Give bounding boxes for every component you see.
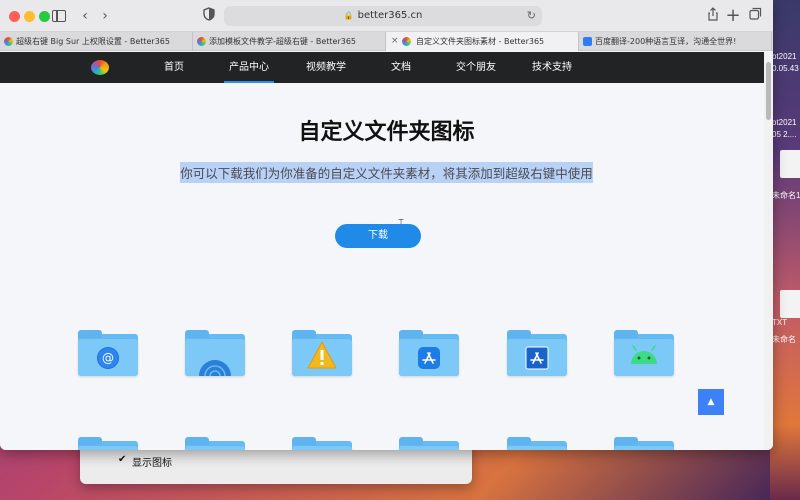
page-scrollbar[interactable] — [764, 52, 773, 450]
android-icon — [631, 345, 657, 364]
desktop-background — [770, 0, 800, 500]
folder-icon[interactable] — [185, 437, 245, 450]
svg-text:@: @ — [102, 351, 114, 365]
warning-icon — [307, 341, 337, 369]
lock-icon: 🔒 — [343, 11, 354, 20]
folder-icon-app-store[interactable] — [399, 330, 459, 376]
folder-icon[interactable] — [292, 437, 352, 450]
desktop-file-label[interactable]: 0.05.43 — [772, 64, 799, 73]
checkmark-icon[interactable]: ✔ — [118, 454, 126, 465]
tab-overview-icon[interactable] — [746, 7, 764, 25]
tab-title: 百度翻译-200种语言互译，沟通全世界! — [595, 37, 737, 46]
close-window-button[interactable] — [9, 11, 20, 22]
tab-title: 自定义文件夹图标素材 - Better365 — [416, 37, 545, 46]
xcode-blueprint-icon — [525, 346, 549, 370]
desktop-file-icon[interactable] — [780, 290, 800, 318]
nav-tech-support[interactable]: 技术支持 — [531, 52, 573, 83]
folder-icon[interactable] — [78, 437, 138, 450]
page-subtitle[interactable]: 你可以下载我们为你准备的自定义文件夹素材，将其添加到超级右键中使用 — [180, 162, 593, 183]
browser-window: ‹ › 🔒 better365.cn ↻ + 超级右键 Big Sur 上权限设置… — [0, 0, 773, 450]
app-store-icon — [418, 347, 440, 369]
folder-icon-android[interactable] — [614, 330, 674, 376]
desktop-file-label[interactable]: TXT — [772, 318, 787, 327]
folder-icon-airdrop[interactable] — [185, 330, 245, 376]
back-arrow-icon[interactable]: ‹ — [76, 7, 94, 25]
tab-bar: 超级右键 Big Sur 上权限设置 - Better365 添加模板文件教学-… — [0, 32, 773, 51]
site-navigation: 首页 产品中心 视频教学 文档 交个朋友 技术支持 — [0, 52, 773, 83]
scrollbar-thumb[interactable] — [766, 62, 771, 120]
url-text: better365.cn — [357, 10, 423, 21]
subtitle-container: 你可以下载我们为你准备的自定义文件夹素材，将其添加到超级右键中使用 — [0, 162, 773, 183]
folder-icon[interactable] — [614, 437, 674, 450]
chevron-up-icon: ▲ — [707, 397, 715, 407]
desktop-file-label[interactable]: 未命名 — [772, 334, 796, 345]
tab-template-tutorial[interactable]: 添加模板文件教学-超级右键 - Better365 — [193, 32, 386, 51]
desktop-file-label[interactable]: 未命名123 — [772, 190, 800, 201]
reload-icon[interactable]: ↻ — [527, 6, 536, 26]
desktop-file-icon[interactable] — [780, 150, 800, 178]
share-icon[interactable] — [704, 7, 722, 26]
baidu-translate-favicon-icon — [583, 37, 592, 46]
shield-icon[interactable] — [200, 7, 218, 26]
show-icon-checkbox-label[interactable]: 显示图标 — [132, 454, 172, 469]
tab-baidu-translate[interactable]: 百度翻译-200种语言互译，沟通全世界! — [579, 32, 772, 51]
better365-favicon-icon — [197, 37, 206, 46]
nav-make-friends[interactable]: 交个朋友 — [455, 52, 497, 83]
tab-big-sur-permissions[interactable]: 超级右键 Big Sur 上权限设置 - Better365 — [0, 32, 193, 51]
nav-docs[interactable]: 文档 — [387, 52, 415, 83]
minimize-window-button[interactable] — [24, 11, 35, 22]
folder-icon[interactable] — [399, 437, 459, 450]
folder-icon-warning[interactable] — [292, 330, 352, 376]
folder-icon[interactable] — [507, 437, 567, 450]
web-page: 首页 产品中心 视频教学 文档 交个朋友 技术支持 自定义文件夹图标 你可以下载… — [0, 52, 773, 450]
nav-home[interactable]: 首页 — [160, 52, 188, 83]
new-tab-icon[interactable]: + — [724, 7, 742, 25]
close-tab-icon[interactable]: × — [391, 32, 399, 51]
folder-icon-xcode-blueprint[interactable] — [507, 330, 567, 376]
tab-title: 超级右键 Big Sur 上权限设置 - Better365 — [16, 37, 170, 46]
scroll-to-top-button[interactable]: ▲ — [698, 389, 724, 415]
desktop-file-label[interactable]: ot2021 — [772, 118, 796, 127]
tab-title: 添加模板文件教学-超级右键 - Better365 — [209, 37, 357, 46]
folder-icon-at-sign[interactable]: @ — [78, 330, 138, 376]
better365-favicon-icon — [402, 37, 411, 46]
desktop-file-label[interactable]: 05 2.... — [772, 130, 796, 139]
at-sign-icon: @ — [97, 347, 119, 369]
better365-favicon-icon — [4, 37, 13, 46]
page-title: 自定义文件夹图标 — [298, 120, 475, 145]
download-button[interactable]: 下载 — [335, 224, 421, 248]
airdrop-icon — [199, 360, 231, 376]
sidebar-toggle-icon[interactable] — [52, 10, 66, 22]
address-bar[interactable]: 🔒 better365.cn ↻ — [224, 6, 542, 26]
desktop-file-label[interactable]: ot2021 — [772, 52, 796, 61]
browser-toolbar: ‹ › 🔒 better365.cn ↻ + — [0, 0, 773, 32]
forward-arrow-icon[interactable]: › — [96, 7, 114, 25]
tab-folder-icons[interactable]: × 自定义文件夹图标素材 - Better365 — [386, 32, 579, 51]
better365-logo-icon[interactable] — [91, 60, 109, 75]
nav-products[interactable]: 产品中心 — [224, 52, 274, 83]
nav-video-tutorials[interactable]: 视频教学 — [305, 52, 347, 83]
zoom-window-button[interactable] — [39, 11, 50, 22]
